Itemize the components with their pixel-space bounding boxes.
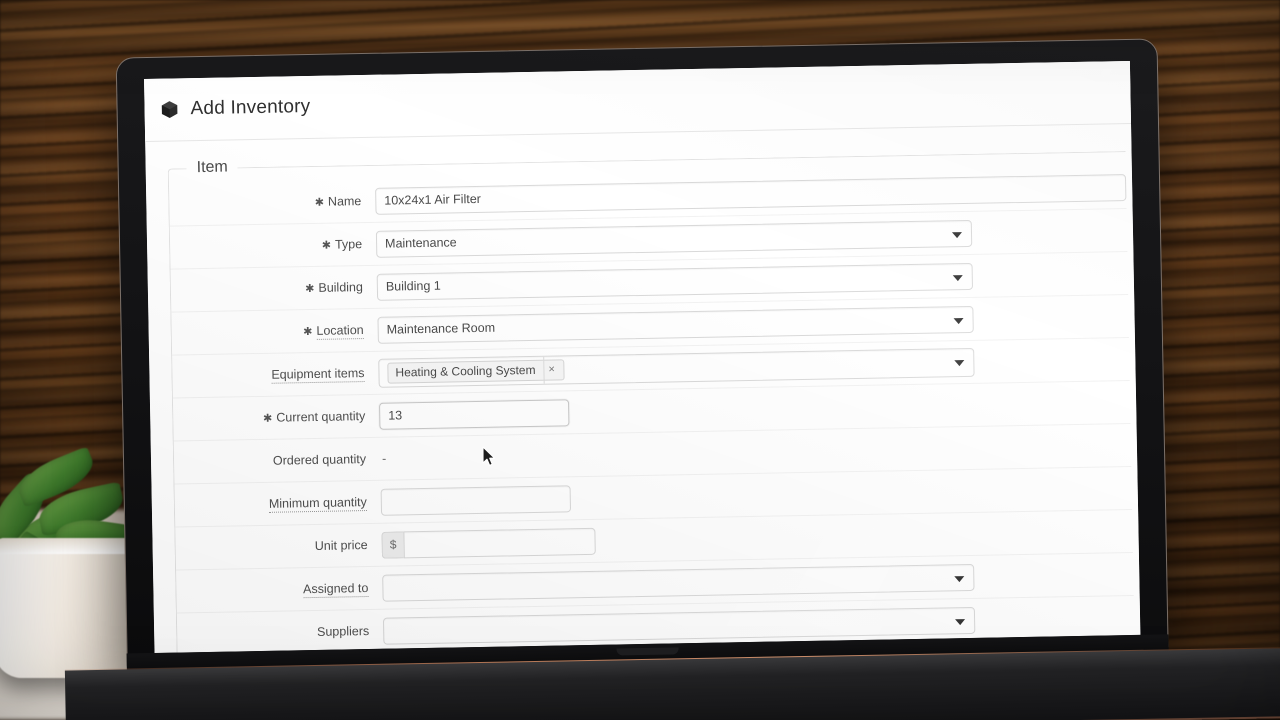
unit-price-input[interactable] [403,527,596,558]
screenshot-scene: Add Inventory Item ✱ Name 10x24x1 Air Fi… [0,0,1280,720]
type-select[interactable]: Maintenance [375,219,973,258]
name-input[interactable] [375,173,1127,215]
currency-prefix: $ [381,530,404,559]
unit-price-input-group: $ [381,527,596,559]
minimum-quantity-input[interactable] [380,484,572,516]
lid-notch [616,647,679,656]
equipment-item-tag[interactable]: Heating & Cooling System × [387,355,565,384]
equipment-items-multiselect[interactable]: Heating & Cooling System × [378,347,975,388]
chevron-down-icon [954,575,965,582]
form-area: Item ✱ Name 10x24x1 Air Filter ✱ Type Ma… [145,124,1140,653]
required-marker-icon: ✱ [303,325,313,339]
label-assigned-to-text: Assigned to [302,581,369,599]
label-location-text: Location [316,323,364,340]
type-select-value: Maintenance [384,234,457,251]
label-type-text: Type [334,237,363,252]
required-marker-icon: ✱ [305,282,315,296]
label-current-quantity: ✱ Current quantity [173,409,379,427]
label-current-quantity-text: Current quantity [276,409,366,425]
label-name: ✱ Name [169,194,375,212]
label-ordered-quantity: Ordered quantity [174,452,380,470]
label-equipment-items-text: Equipment items [271,366,365,384]
label-building: ✱ Building [171,280,377,298]
label-suppliers: Suppliers [177,624,383,642]
page-title: Add Inventory [190,95,311,120]
chevron-down-icon [953,317,964,324]
current-quantity-input[interactable] [378,398,570,430]
box-icon [160,100,179,120]
chevron-down-icon [952,274,963,281]
label-assigned-to: Assigned to [176,581,382,599]
label-minimum-quantity: Minimum quantity [175,495,381,513]
required-marker-icon: ✱ [314,196,325,209]
mouse-cursor [482,446,496,466]
remove-tag-icon[interactable]: × [543,355,560,384]
assigned-to-select[interactable] [382,563,975,602]
item-fieldset: Item ✱ Name 10x24x1 Air Filter ✱ Type Ma… [167,142,1135,653]
label-location: ✱ Location [172,323,378,341]
label-minimum-quantity-text: Minimum quantity [268,495,367,513]
inventory-app: Add Inventory Item ✱ Name 10x24x1 Air Fi… [144,60,1141,653]
building-select-value: Building 1 [385,278,441,294]
label-suppliers-text: Suppliers [316,624,370,639]
required-marker-icon: ✱ [263,412,273,425]
chevron-down-icon [955,618,966,625]
label-equipment-items: Equipment items [172,366,378,384]
equipment-item-tag-label: Heating & Cooling System [395,362,536,379]
label-building-text: Building [318,280,364,295]
laptop: Add Inventory Item ✱ Name 10x24x1 Air Fi… [0,0,1280,720]
label-unit-price-text: Unit price [314,538,368,553]
label-unit-price: Unit price [176,538,382,556]
location-select-value: Maintenance Room [386,320,496,337]
ordered-quantity-value: - [381,451,387,466]
label-ordered-quantity-text: Ordered quantity [272,452,367,468]
fieldset-legend: Item [196,158,228,177]
chevron-down-icon [951,231,963,238]
building-select[interactable]: Building 1 [376,262,974,301]
location-select[interactable]: Maintenance Room [377,305,974,344]
label-name-text: Name [327,194,362,209]
laptop-screen: Add Inventory Item ✱ Name 10x24x1 Air Fi… [144,60,1141,653]
chevron-down-icon [954,359,965,366]
required-marker-icon: ✱ [321,239,332,252]
label-type: ✱ Type [170,237,376,255]
